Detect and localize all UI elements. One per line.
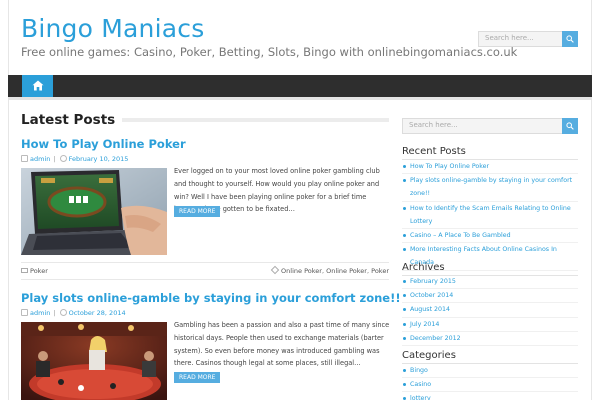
post-divider: [21, 262, 389, 263]
category-link[interactable]: Bingo: [402, 364, 578, 379]
header-search[interactable]: Search here...: [478, 31, 578, 47]
home-button[interactable]: [22, 75, 53, 97]
post-title[interactable]: Play slots online-gamble by staying in y…: [21, 291, 401, 305]
post-category[interactable]: Poker: [30, 267, 48, 275]
recent-post-link[interactable]: Play slots online-gamble by staying in y…: [402, 174, 578, 202]
archives-title: Archives: [402, 262, 445, 273]
post-meta: admin | February 10, 2015: [21, 155, 128, 163]
header-search-input[interactable]: Search here...: [485, 34, 534, 42]
archive-link[interactable]: December 2012: [402, 332, 578, 347]
post-thumbnail[interactable]: [21, 168, 167, 255]
poker-laptop-image: [21, 168, 167, 255]
archive-link[interactable]: July 2014: [402, 318, 578, 332]
archive-link[interactable]: August 2014: [402, 303, 578, 318]
search-icon: [566, 35, 574, 43]
sidebar-search-input[interactable]: Search here...: [409, 121, 458, 129]
author-icon: [21, 155, 28, 162]
archives-list: February 2015 October 2014 August 2014 J…: [402, 275, 578, 347]
main-navigation: [8, 75, 592, 97]
category-link[interactable]: Casino: [402, 378, 578, 393]
post-tag[interactable]: Poker: [371, 267, 389, 275]
clock-icon: [59, 309, 67, 316]
post-date[interactable]: October 28, 2014: [69, 309, 126, 317]
recent-post-link[interactable]: Casino – A Place To Be Gambled: [402, 229, 578, 244]
recent-posts-title: Recent Posts: [402, 146, 466, 157]
home-icon: [32, 80, 44, 91]
archive-link[interactable]: February 2015: [402, 275, 578, 290]
heading-rule: [122, 118, 389, 122]
tag-icon: [270, 265, 280, 275]
post-thumbnail[interactable]: [21, 322, 167, 400]
read-more-button[interactable]: READ MORE: [174, 372, 221, 383]
search-icon: [566, 122, 574, 130]
category-link[interactable]: lottery: [402, 392, 578, 400]
clock-icon: [59, 155, 67, 162]
recent-posts-list: How To Play Online Poker Play slots onli…: [402, 160, 578, 271]
sidebar-search[interactable]: Search here...: [402, 118, 578, 134]
post-date[interactable]: February 10, 2015: [69, 155, 129, 163]
site-title[interactable]: Bingo Maniacs: [21, 14, 204, 43]
post-excerpt: Gambling has been a passion and also a p…: [174, 321, 390, 368]
post-tag[interactable]: Online Poker: [281, 267, 322, 275]
site-tagline: Free online games: Casino, Poker, Bettin…: [21, 45, 518, 59]
author-icon: [21, 309, 28, 316]
post-tag[interactable]: Online Poker: [326, 267, 367, 275]
recent-post-link[interactable]: How To Play Online Poker: [402, 160, 578, 175]
read-more-button[interactable]: READ MORE: [174, 206, 221, 217]
categories-list: Bingo Casino lottery: [402, 364, 578, 400]
header-search-button[interactable]: [562, 31, 578, 47]
post-meta: admin | October 28, 2014: [21, 309, 126, 317]
archive-link[interactable]: October 2014: [402, 289, 578, 304]
folder-icon: [21, 268, 28, 273]
nav-underline: [8, 97, 592, 100]
categories-title: Categories: [402, 350, 456, 361]
recent-post-link[interactable]: How to Identify the Scam Emails Relating…: [402, 202, 578, 230]
latest-posts-heading: Latest Posts: [21, 112, 116, 128]
post-author[interactable]: admin: [30, 155, 50, 163]
post-author[interactable]: admin: [30, 309, 50, 317]
post-divider: [21, 279, 389, 280]
sidebar-search-button[interactable]: [562, 118, 578, 134]
post-title[interactable]: How To Play Online Poker: [21, 137, 186, 151]
casino-table-image: [21, 322, 167, 400]
